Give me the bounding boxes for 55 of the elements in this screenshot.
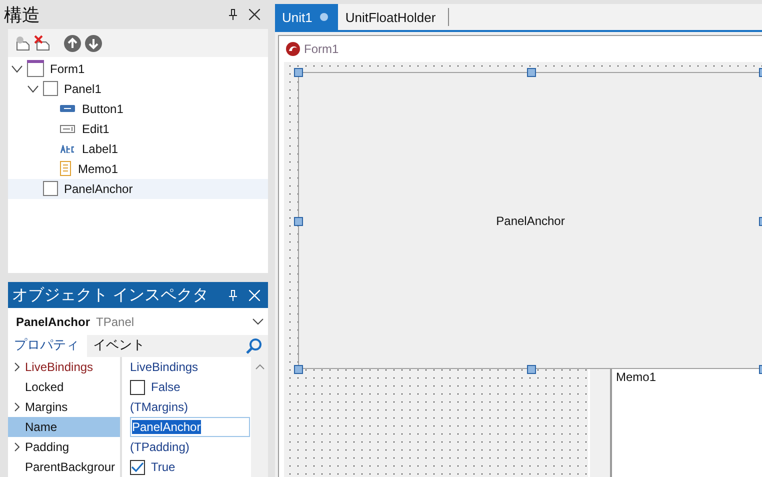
memo-text: Memo1 <box>616 370 656 384</box>
property-row[interactable]: LiveBindings LiveBindings <box>8 357 251 377</box>
property-row[interactable]: Name PanelAnchor <box>8 417 251 437</box>
object-type: TPanel <box>96 314 136 328</box>
object-name: PanelAnchor <box>16 314 90 328</box>
close-icon[interactable] <box>249 9 260 20</box>
resize-handle[interactable] <box>526 68 536 77</box>
tree-item[interactable]: Panel1 <box>8 78 268 99</box>
tree-item[interactable]: Edit1 <box>8 118 268 139</box>
checkbox[interactable] <box>130 460 145 474</box>
property-row[interactable]: ParentBackgrour True <box>8 457 251 477</box>
resize-handle[interactable] <box>294 68 303 77</box>
property-row[interactable]: Locked False <box>8 377 251 397</box>
pin-icon[interactable] <box>229 290 237 300</box>
editor-tab[interactable]: UnitFloatHolder <box>338 4 446 30</box>
tab[interactable]: プロパティ <box>8 333 87 357</box>
panel-title: オブジェクト インスペクタ <box>12 286 210 306</box>
move-down-icon[interactable] <box>85 34 102 52</box>
panel-caption: PanelAnchor <box>496 214 565 228</box>
delete-icon[interactable] <box>34 35 50 52</box>
form-caption: Form1 <box>304 42 339 56</box>
tab[interactable]: イベント <box>87 333 153 357</box>
resize-handle[interactable] <box>526 365 536 374</box>
checkbox[interactable] <box>130 380 145 394</box>
scroll-up-icon[interactable] <box>254 364 264 370</box>
resize-handle[interactable] <box>294 365 303 374</box>
property-row[interactable]: Padding (TPadding) <box>8 437 251 457</box>
chevron-icon[interactable] <box>11 64 23 73</box>
move-up-icon[interactable] <box>64 34 81 52</box>
new-item-icon[interactable] <box>14 35 30 52</box>
edit-box-icon <box>60 124 75 133</box>
form-icon <box>27 60 44 78</box>
tree-item[interactable]: Button1 <box>8 98 268 119</box>
label-icon <box>60 144 75 153</box>
tree-item[interactable]: Form1 <box>8 58 268 79</box>
expand-icon[interactable] <box>14 442 20 452</box>
app-logo-icon <box>286 42 300 56</box>
editor-tab[interactable]: Unit1 <box>275 4 338 30</box>
panel-icon <box>43 81 58 96</box>
selected-panel[interactable]: PanelAnchor <box>298 72 762 369</box>
panel-title: 構造 <box>4 4 41 27</box>
tree-item[interactable]: Label1 <box>8 138 268 159</box>
search-icon[interactable] <box>246 338 262 354</box>
tree-item[interactable]: PanelAnchor <box>8 178 268 199</box>
value-input[interactable]: PanelAnchor <box>130 417 250 437</box>
button-icon <box>60 105 75 112</box>
expand-icon[interactable] <box>14 402 20 412</box>
chevron-down-icon[interactable] <box>252 318 264 325</box>
chevron-icon[interactable] <box>27 84 39 93</box>
tree-item[interactable]: Memo1 <box>8 158 268 179</box>
panel-icon <box>43 181 58 196</box>
resize-handle[interactable] <box>294 216 303 226</box>
memo-icon <box>60 161 71 176</box>
expand-icon[interactable] <box>14 362 20 372</box>
pin-icon[interactable] <box>229 9 237 20</box>
